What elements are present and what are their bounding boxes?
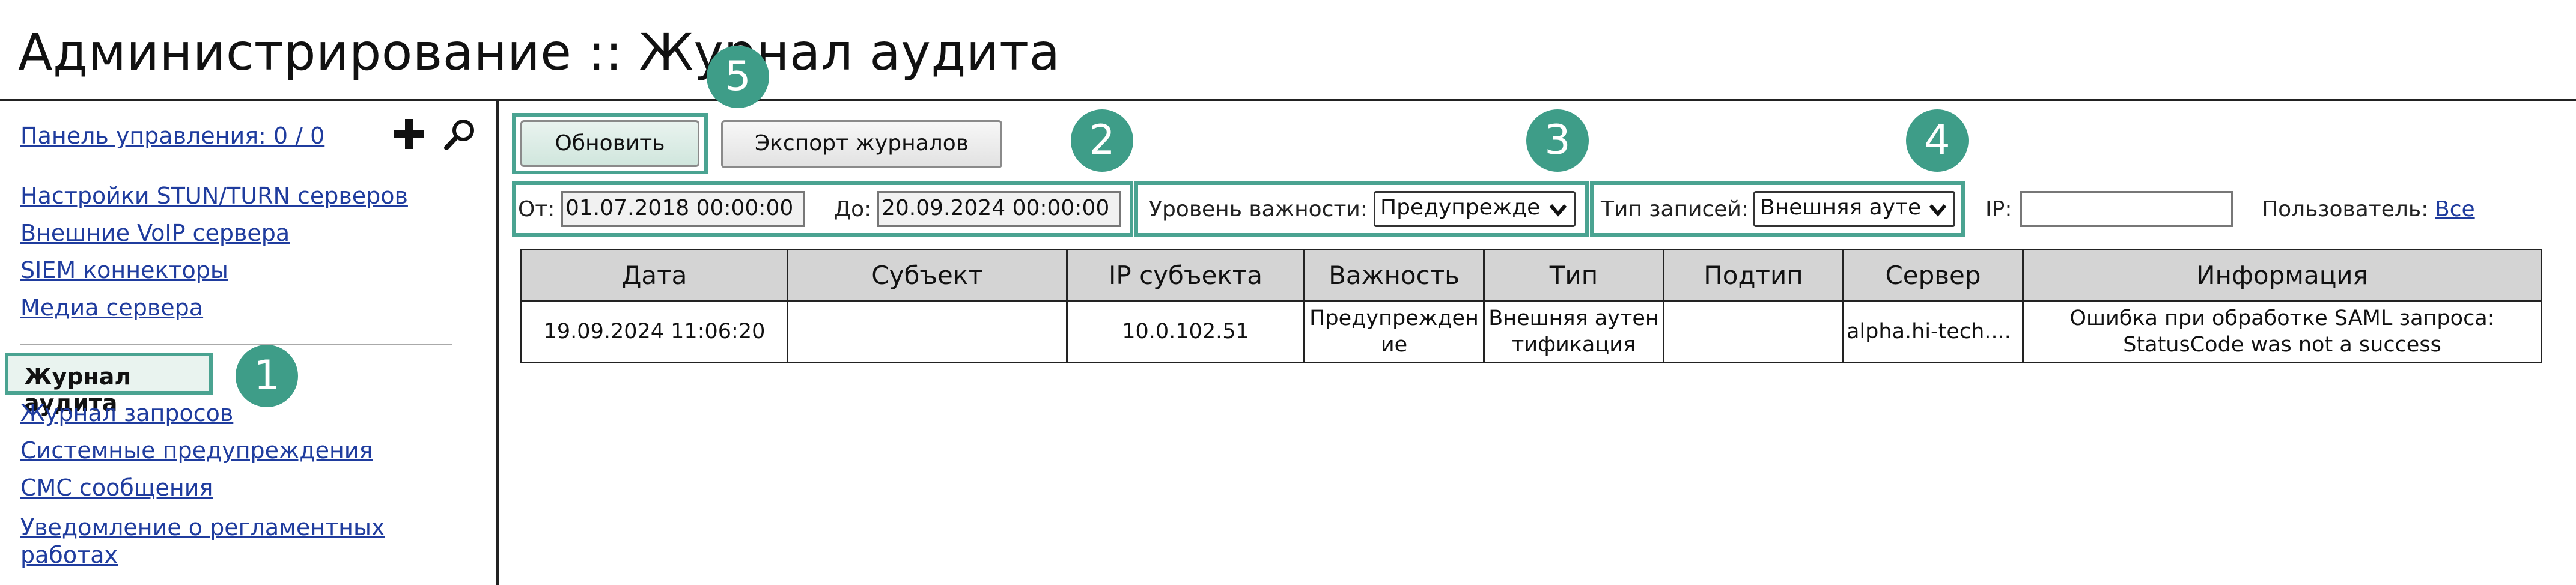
from-date-input[interactable]: 01.07.2018 00:00:00 — [561, 191, 805, 227]
sidebar-item-requests[interactable]: Журнал запросов — [20, 400, 233, 426]
col-subject[interactable]: Субъект — [787, 249, 1068, 302]
user-all-link[interactable]: Все — [2435, 197, 2475, 222]
sidebar-item-sms[interactable]: СМС сообщения — [20, 474, 213, 501]
cell-info: Ошибка при обработке SAML запроса: Statu… — [2022, 300, 2542, 363]
severity-select-value: Предупрежде — [1380, 195, 1541, 220]
ip-label: IP: — [1985, 197, 2012, 222]
sidebar-separator — [20, 344, 452, 345]
sidebar-item-maintenance-cont[interactable]: работах — [20, 542, 118, 568]
table-row[interactable]: 19.09.2024 11:06:20 10.0.102.51 Предупре… — [520, 300, 2542, 363]
col-severity[interactable]: Важность — [1303, 249, 1485, 302]
search-icon[interactable] — [443, 118, 477, 151]
cell-subject — [787, 300, 1068, 363]
col-subtype[interactable]: Подтип — [1663, 249, 1844, 302]
to-label: До: — [834, 197, 872, 222]
severity-label: Уровень важности: — [1149, 197, 1368, 222]
audit-log-table: Дата Субъект IP субъекта Важность Тип По… — [520, 249, 2542, 363]
cell-severity-line1: Предупрежден — [1309, 306, 1479, 330]
cell-info-line2: StatusCode was not a success — [2123, 333, 2441, 357]
badge-4: 4 — [1906, 109, 1969, 172]
col-info[interactable]: Информация — [2022, 249, 2542, 302]
severity-select[interactable]: Предупрежде — [1374, 191, 1576, 227]
sidebar-item-voip[interactable]: Внешние VoIP сервера — [20, 220, 290, 246]
chevron-down-icon — [1549, 204, 1567, 217]
type-select[interactable]: Внешняя ауте — [1753, 191, 1955, 227]
cell-severity-line2: ие — [1380, 333, 1408, 357]
export-logs-button[interactable]: Экспорт журналов — [721, 120, 1002, 168]
page-title: Администрирование :: Журнал аудита — [18, 23, 1061, 82]
chevron-down-icon — [1929, 204, 1947, 217]
table-header-row: Дата Субъект IP субъекта Важность Тип По… — [520, 249, 2542, 302]
plus-icon[interactable] — [393, 118, 425, 150]
cell-type: Внешняя аутен тификация — [1483, 300, 1664, 363]
dashboard-link[interactable]: Панель управления: 0 / 0 — [20, 123, 324, 149]
cell-subtype — [1663, 300, 1844, 363]
type-label: Тип записей: — [1601, 197, 1749, 222]
type-select-value: Внешняя ауте — [1760, 195, 1922, 220]
col-subject-ip[interactable]: IP субъекта — [1066, 249, 1305, 302]
badge-3: 3 — [1526, 109, 1589, 172]
cell-type-line1: Внешняя аутен — [1488, 306, 1659, 330]
from-label: От: — [518, 197, 555, 222]
sidebar-divider — [496, 100, 499, 585]
cell-info-line1: Ошибка при обработке SAML запроса: — [2069, 306, 2495, 330]
sidebar-item-system-warnings[interactable]: Системные предупреждения — [20, 437, 373, 464]
sidebar-item-stun-turn[interactable]: Настройки STUN/TURN серверов — [20, 183, 408, 209]
sidebar-item-siem[interactable]: SIEM коннекторы — [20, 257, 228, 283]
col-server[interactable]: Сервер — [1842, 249, 2024, 302]
sidebar-item-audit-log[interactable]: Журнал аудита — [5, 353, 213, 416]
cell-date: 19.09.2024 11:06:20 — [520, 300, 788, 363]
to-date-input[interactable]: 20.09.2024 00:00:00 — [877, 191, 1121, 227]
cell-server: alpha.hi-tech.... — [1842, 300, 2024, 363]
ip-input[interactable] — [2020, 191, 2233, 227]
badge-5: 5 — [707, 46, 769, 108]
badge-2: 2 — [1071, 109, 1133, 172]
col-date[interactable]: Дата — [520, 249, 788, 302]
cell-ip: 10.0.102.51 — [1066, 300, 1305, 363]
cell-type-line2: тификация — [1511, 333, 1636, 357]
sidebar-item-media[interactable]: Медиа сервера — [20, 294, 203, 321]
col-type[interactable]: Тип — [1483, 249, 1664, 302]
badge-1: 1 — [236, 345, 298, 407]
sidebar-item-maintenance[interactable]: Уведомление о регламентных — [20, 514, 385, 541]
user-label: Пользователь: — [2262, 197, 2429, 222]
cell-severity: Предупрежден ие — [1303, 300, 1485, 363]
refresh-button[interactable]: Обновить — [520, 120, 699, 167]
header-divider — [0, 99, 2576, 101]
